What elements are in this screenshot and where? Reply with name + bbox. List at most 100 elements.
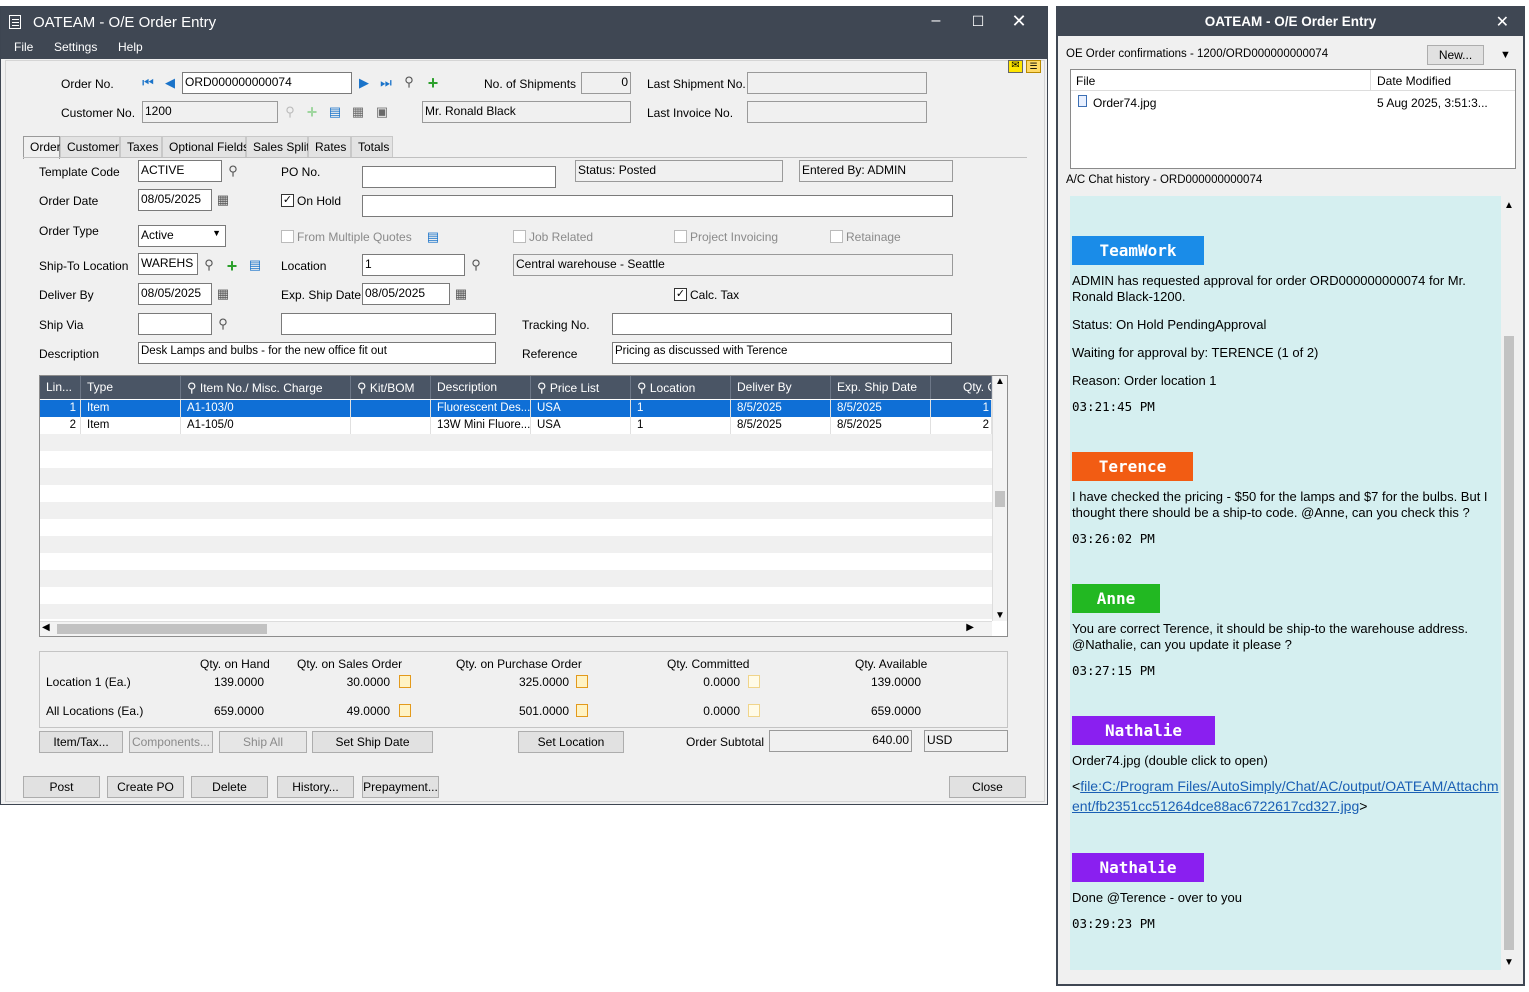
tab-taxes[interactable]: Taxes — [120, 136, 162, 158]
attachment-row[interactable]: Order74.jpg 5 Aug 2025, 3:51:3... — [1071, 94, 1515, 112]
components-button[interactable]: Components... — [129, 731, 213, 753]
mail-icon[interactable]: ✉ — [1008, 60, 1023, 73]
create-po-button[interactable]: Create PO — [107, 776, 184, 798]
tracking-no-input[interactable] — [612, 313, 952, 335]
order-date-input[interactable]: 08/05/2025 — [138, 189, 212, 211]
ship-via-search-icon[interactable]: ⚲ — [215, 316, 231, 332]
set-ship-date-button[interactable]: Set Ship Date — [312, 731, 433, 753]
location-input[interactable]: 1 — [362, 254, 465, 276]
project-invoicing-checkbox[interactable] — [674, 230, 687, 243]
committed-notes-icon[interactable] — [748, 704, 760, 717]
location-filter-search-icon[interactable]: ⚲ — [637, 380, 647, 395]
customer-inquiry-icon[interactable]: ▣ — [374, 104, 390, 120]
item-filter-search-icon[interactable]: ⚲ — [187, 380, 197, 395]
column-header-deliver-by[interactable]: Deliver By — [731, 376, 831, 399]
purchase-order-notes-icon[interactable] — [576, 704, 588, 717]
tab-order[interactable]: Order — [23, 136, 61, 159]
price-list-filter-search-icon[interactable]: ⚲ — [537, 380, 547, 395]
menu-settings[interactable]: Settings — [54, 40, 97, 54]
customer-search-icon[interactable]: ⚲ — [282, 104, 298, 120]
table-row[interactable]: 1 Item A1-103/0 Fluorescent Des... USA 1… — [40, 400, 992, 417]
scroll-thumb[interactable] — [995, 491, 1005, 507]
chat-close-icon[interactable]: ✕ — [1496, 12, 1509, 32]
menu-file[interactable]: File — [14, 40, 33, 54]
column-header-line[interactable]: Lin... — [40, 376, 81, 399]
column-header-qty[interactable]: Qty. O — [931, 376, 992, 399]
column-header-type[interactable]: Type — [81, 376, 181, 399]
committed-notes-icon[interactable] — [748, 675, 760, 688]
ship-to-info-icon[interactable]: ▤ — [247, 257, 263, 273]
file-column-header[interactable]: File — [1076, 74, 1095, 88]
new-customer-icon[interactable]: + — [304, 103, 320, 121]
minimize-button[interactable]: – — [925, 10, 947, 32]
deliver-by-input[interactable]: 08/05/2025 — [138, 283, 212, 305]
column-header-kit[interactable]: ⚲ Kit/BOM — [351, 376, 431, 399]
kit-filter-search-icon[interactable]: ⚲ — [357, 380, 367, 395]
order-search-icon[interactable]: ⚲ — [401, 74, 417, 90]
column-header-description[interactable]: Description — [431, 376, 531, 399]
prepayment-button[interactable]: Prepayment... — [362, 776, 439, 798]
tab-optional-fields[interactable]: Optional Fields — [162, 136, 249, 158]
order-date-calendar-icon[interactable]: ▦ — [215, 192, 231, 208]
retainage-checkbox[interactable] — [830, 230, 843, 243]
customer-docs-icon[interactable]: ▦ — [350, 104, 366, 120]
pin-icon[interactable]: ▼ — [1500, 49, 1511, 61]
template-search-icon[interactable]: ⚲ — [225, 163, 241, 179]
post-button[interactable]: Post — [23, 776, 100, 798]
chat-history-pane[interactable]: TeamWork ADMIN has requested approval fo… — [1070, 196, 1501, 970]
order-no-input[interactable]: ORD000000000074 — [182, 72, 352, 94]
scroll-left-icon[interactable]: ◀ — [42, 622, 50, 633]
tab-rates[interactable]: Rates — [308, 136, 351, 158]
menu-help[interactable]: Help — [118, 40, 143, 54]
exp-ship-date-input[interactable]: 08/05/2025 — [362, 283, 450, 305]
reference-input[interactable]: Pricing as discussed with Terence — [612, 342, 952, 364]
purchase-order-notes-icon[interactable] — [576, 675, 588, 688]
po-no-input[interactable] — [362, 166, 556, 188]
ship-via-input[interactable] — [138, 313, 212, 335]
on-hold-reason-input[interactable] — [362, 195, 953, 217]
grid-horizontal-scrollbar[interactable]: ◀ ▶ — [40, 621, 992, 636]
tab-sales-split[interactable]: Sales Split — [246, 136, 310, 158]
delete-button[interactable]: Delete — [191, 776, 268, 798]
close-window-button[interactable]: ✕ — [1008, 10, 1030, 32]
from-quotes-checkbox[interactable] — [281, 230, 294, 243]
grid-vertical-scrollbar[interactable]: ▲ ▼ — [992, 376, 1007, 621]
new-attachment-button[interactable]: New... — [1427, 45, 1484, 65]
ship-all-button[interactable]: Ship All — [219, 731, 307, 753]
customer-info-icon[interactable]: ▤ — [327, 104, 343, 120]
scroll-right-icon[interactable]: ▶ — [966, 622, 974, 633]
first-record-icon[interactable]: ⏮ — [140, 75, 156, 91]
scroll-thumb[interactable] — [1504, 336, 1514, 950]
date-column-header[interactable]: Date Modified — [1377, 74, 1451, 88]
column-header-location[interactable]: ⚲ Location — [631, 376, 731, 399]
description-input[interactable]: Desk Lamps and bulbs - for the new offic… — [138, 342, 496, 364]
chat-vertical-scrollbar[interactable]: ▲ ▼ — [1501, 196, 1517, 970]
column-header-exp-ship[interactable]: Exp. Ship Date — [831, 376, 931, 399]
column-header-price-list[interactable]: ⚲ Price List — [531, 376, 631, 399]
tab-customer[interactable]: Customer — [60, 136, 120, 158]
tab-totals[interactable]: Totals — [351, 136, 393, 158]
next-record-icon[interactable]: ▶ — [356, 75, 372, 91]
table-row[interactable]: 2 Item A1-105/0 13W Mini Fluore... USA 1… — [40, 417, 992, 434]
quotes-info-icon[interactable]: ▤ — [425, 229, 441, 245]
ship-via-description-input[interactable] — [281, 313, 496, 335]
attachment-link[interactable]: file:C:/Program Files/AutoSimply/Chat/AC… — [1072, 778, 1499, 814]
set-location-button[interactable]: Set Location — [518, 731, 624, 753]
column-header-item[interactable]: ⚲ Item No./ Misc. Charge — [181, 376, 351, 399]
sales-order-notes-icon[interactable] — [399, 704, 411, 717]
calc-tax-checkbox[interactable]: ✓ — [674, 288, 687, 301]
history-button[interactable]: History... — [277, 776, 354, 798]
on-hold-checkbox[interactable]: ✓ — [281, 194, 294, 207]
job-related-checkbox[interactable] — [513, 230, 526, 243]
previous-record-icon[interactable]: ◀ — [162, 75, 178, 91]
sales-order-notes-icon[interactable] — [399, 675, 411, 688]
exp-ship-calendar-icon[interactable]: ▦ — [453, 286, 469, 302]
ship-to-search-icon[interactable]: ⚲ — [201, 257, 217, 273]
template-code-input[interactable]: ACTIVE — [138, 160, 222, 182]
scroll-down-icon[interactable]: ▼ — [995, 610, 1005, 621]
scroll-thumb[interactable] — [57, 624, 267, 634]
order-type-select[interactable]: Active ▼ — [138, 225, 226, 247]
item-tax-button[interactable]: Item/Tax... — [39, 731, 123, 753]
maximize-button[interactable]: ☐ — [967, 10, 989, 32]
notes-icon[interactable]: ☰ — [1026, 60, 1041, 73]
